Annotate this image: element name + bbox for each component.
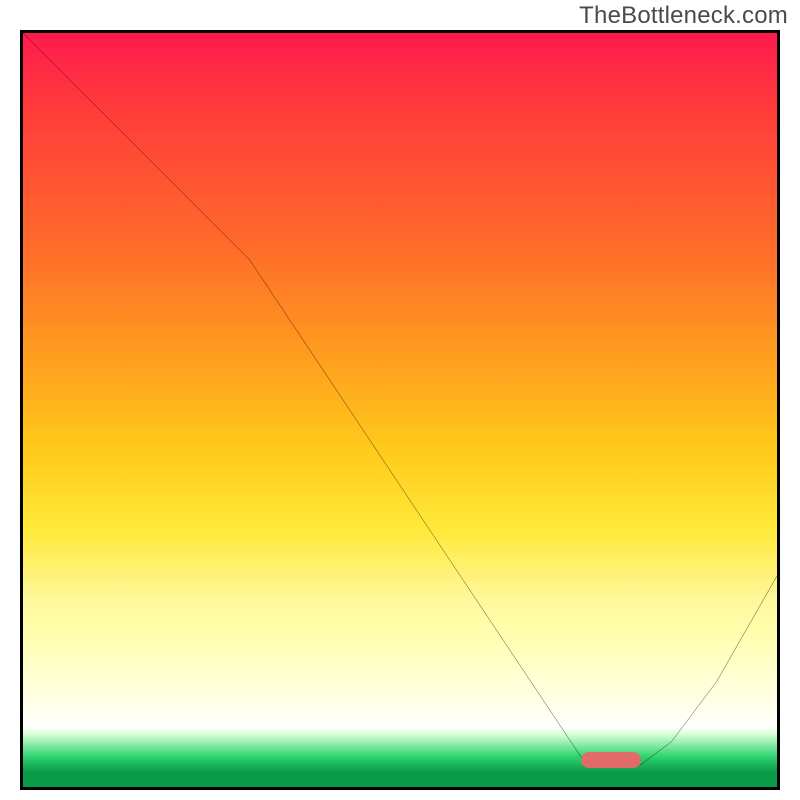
watermark-text: TheBottleneck.com xyxy=(579,2,788,30)
optimal-marker xyxy=(581,752,641,768)
plot-area xyxy=(20,30,780,790)
chart-stage: TheBottleneck.com xyxy=(0,0,800,800)
bottleneck-curve xyxy=(23,33,777,787)
